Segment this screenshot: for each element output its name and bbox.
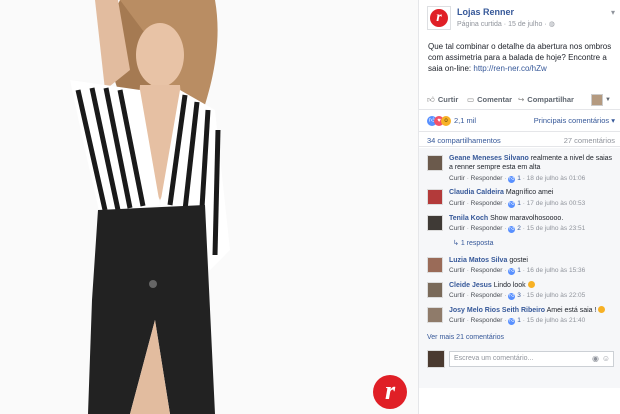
comment-author[interactable]: Luzia Matos Silva — [449, 257, 507, 264]
comment-like-link[interactable]: Curtir — [449, 175, 465, 182]
chevron-down-icon: ▼ — [605, 97, 611, 103]
comment-like-link[interactable]: Curtir — [449, 200, 465, 207]
share-icon: ↪ — [518, 95, 525, 104]
view-replies-link[interactable]: ↳ 1 resposta — [453, 239, 494, 247]
comment-text: Amei está saia ! — [546, 307, 597, 314]
comment-item: Claudia Caldeira Magnífico amei Curtir ·… — [427, 188, 617, 210]
comment-icon: ▭ — [467, 95, 475, 104]
shares-count[interactable]: 34 compartilhamentos — [427, 136, 501, 145]
comment-author[interactable]: Geane Meneses Silvano — [449, 155, 529, 162]
comment-like-link[interactable]: Curtir — [449, 267, 465, 274]
post-meta: Página curtida · 15 de julho · ◍ — [457, 21, 555, 28]
comments-count[interactable]: 27 comentários — [564, 136, 615, 145]
reactions-bar: 👍︎ ♥ o 2,1 mil Principais comentários ▾ — [419, 110, 620, 132]
thumbs-up-icon: 👍︎ — [427, 95, 435, 104]
comment-meta: Curtir · Responder · 👍︎ 1 · 16 de julho à… — [449, 267, 586, 275]
comment-meta: Curtir · Responder · 👍︎ 1 · 18 de julho à… — [449, 175, 586, 183]
model-illustration — [70, 0, 230, 414]
emoji-icon[interactable]: ☺ — [602, 354, 610, 363]
shares-bar: 34 compartilhamentos 27 comentários — [419, 132, 620, 147]
post-date[interactable]: 15 de julho — [508, 21, 542, 28]
globe-icon: ◍ — [548, 21, 555, 28]
camera-icon[interactable]: ◉ — [592, 354, 599, 363]
heart-eyes-emoji-icon — [527, 281, 535, 288]
comment-reply-link[interactable]: Responder — [471, 317, 503, 324]
comment-time[interactable]: 15 de julho às 22:05 — [527, 292, 586, 299]
comment-meta: Curtir · Responder · 👍︎ 1 · 17 de julho à… — [449, 200, 586, 208]
comment-like-link[interactable]: Curtir — [449, 317, 465, 324]
comment-time[interactable]: 17 de julho às 00:53 — [527, 200, 586, 207]
avatar[interactable] — [427, 155, 443, 171]
comment-input[interactable]: Escreva um comentário... ◉ ☺ — [449, 351, 614, 367]
comments-list: Geane Meneses Silvano realmente a nivel … — [419, 148, 620, 388]
comment-button[interactable]: ▭ Comentar — [467, 95, 512, 104]
comment-like-count[interactable]: 👍︎ 3 — [508, 292, 521, 300]
comment-reply-link[interactable]: Responder — [471, 267, 503, 274]
comment-like-count[interactable]: 👍︎ 1 — [508, 200, 521, 208]
comment-like-count[interactable]: 👍︎ 2 — [508, 225, 521, 233]
avatar[interactable] — [427, 189, 443, 205]
post-link[interactable]: http://ren-ner.co/hZw — [473, 64, 546, 73]
page-avatar[interactable]: r — [427, 6, 451, 30]
comment-reply-link[interactable]: Responder — [471, 175, 503, 182]
post-actions: 👍︎ Curtir ▭ Comentar ↪ Compartilhar ▼ — [419, 91, 620, 110]
chevron-down-icon[interactable]: ▾ — [611, 8, 615, 17]
comment-meta: Curtir · Responder · 👍︎ 1 · 15 de julho à… — [449, 317, 586, 325]
comment-like-count[interactable]: 👍︎ 1 — [508, 267, 521, 275]
comment-reply-link[interactable]: Responder — [471, 292, 503, 299]
comment-time[interactable]: 15 de julho às 23:51 — [527, 225, 586, 232]
page-name[interactable]: Lojas Renner — [457, 7, 514, 17]
smile-emoji-icon — [598, 306, 606, 313]
avatar[interactable] — [427, 307, 443, 323]
renner-logo[interactable]: r — [373, 375, 407, 409]
comment-item: Tenila Koch Show maravolhosoooo. Curtir … — [427, 214, 617, 250]
comment-author[interactable]: Tenila Koch — [449, 215, 488, 222]
post-text: Que tal combinar o detalhe da abertura n… — [428, 41, 618, 74]
top-comments-dropdown[interactable]: Principais comentários ▾ — [534, 116, 615, 125]
avatar — [427, 350, 445, 368]
post-photo[interactable]: r — [0, 0, 418, 414]
avatar — [591, 94, 603, 106]
comment-author[interactable]: Cleide Jesus — [449, 282, 492, 289]
comment-text: Show maravolhosoooo. — [490, 215, 564, 222]
post-sidebar: r Lojas Renner Página curtida · 15 de julh… — [418, 0, 620, 414]
view-more-comments-link[interactable]: Ver mais 21 comentários — [427, 334, 504, 341]
comment-time[interactable]: 15 de julho às 21:40 — [527, 317, 586, 324]
renner-logo-icon: r — [430, 9, 448, 27]
comment-placeholder: Escreva um comentário... — [454, 355, 534, 362]
post-header: r Lojas Renner Página curtida · 15 de julh… — [427, 6, 617, 32]
reaction-count[interactable]: 2,1 mil — [454, 116, 476, 125]
avatar[interactable] — [427, 257, 443, 273]
avatar[interactable] — [427, 215, 443, 231]
comment-like-count[interactable]: 👍︎ 1 — [508, 175, 521, 183]
comment-item: Luzia Matos Silva gostei Curtir · Respon… — [427, 256, 617, 278]
comment-like-count[interactable]: 👍︎ 1 — [508, 317, 521, 325]
comment-author[interactable]: Josy Melo Rios Seith Ribeiro — [449, 307, 545, 314]
comment-like-link[interactable]: Curtir — [449, 225, 465, 232]
comment-meta: Curtir · Responder · 👍︎ 3 · 15 de julho à… — [449, 292, 586, 300]
comment-time[interactable]: 18 de julho às 01:06 — [527, 175, 586, 182]
avatar[interactable] — [427, 282, 443, 298]
comment-item: Geane Meneses Silvano realmente a nivel … — [427, 154, 617, 184]
comment-item: Cleide Jesus Lindo look Curtir · Respond… — [427, 281, 617, 303]
comment-text: Lindo look — [493, 282, 526, 289]
comment-reply-link[interactable]: Responder — [471, 200, 503, 207]
comment-time[interactable]: 16 de julho às 15:36 — [527, 267, 586, 274]
comment-text: Magnífico amei — [505, 189, 554, 196]
wow-reaction-icon[interactable]: o — [441, 116, 451, 126]
comment-like-link[interactable]: Curtir — [449, 292, 465, 299]
like-button[interactable]: 👍︎ Curtir — [427, 95, 458, 105]
react-as-selector[interactable]: ▼ — [591, 94, 613, 106]
comment-meta: Curtir · Responder · 👍︎ 2 · 15 de julho à… — [449, 225, 586, 233]
share-button[interactable]: ↪ Compartilhar — [518, 95, 574, 104]
comment-author[interactable]: Claudia Caldeira — [449, 189, 504, 196]
page-liked-label: Página curtida — [457, 21, 502, 28]
comment-text: gostei — [509, 257, 528, 264]
comment-composer: Escreva um comentário... ◉ ☺ — [419, 344, 620, 374]
comment-reply-link[interactable]: Responder — [471, 225, 503, 232]
comment-item: Josy Melo Rios Seith Ribeiro Amei está s… — [427, 306, 617, 328]
